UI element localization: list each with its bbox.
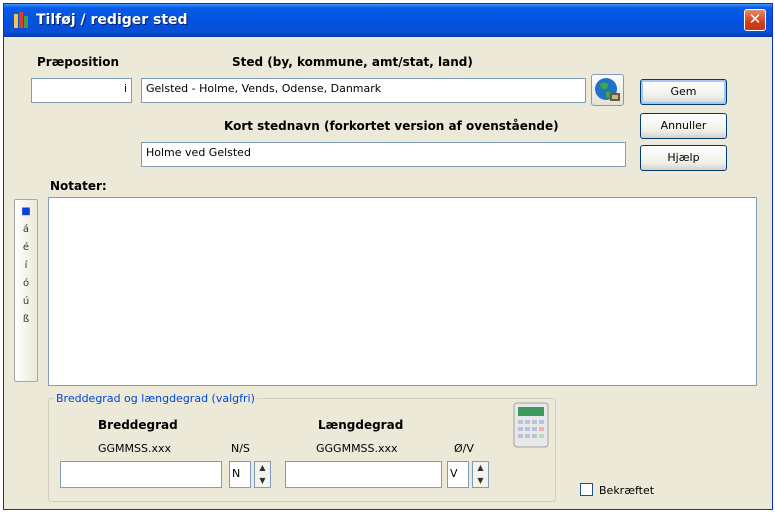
title-bar[interactable]: Tilføj / rediger sted ✕ [4,4,772,37]
globe-icon [595,78,620,101]
short-name-label: Kort stednavn (forkortet version af oven… [224,119,559,133]
ns-label: N/S [231,442,250,455]
notes-label: Notater: [50,179,107,193]
calculator-icon[interactable] [513,402,549,448]
spin-up-icon[interactable]: ▲ [255,462,270,474]
longitude-format: GGGMMSS.xxx [316,442,398,455]
special-char-button[interactable]: á [15,224,37,235]
confirmed-checkbox[interactable] [580,483,593,496]
help-button[interactable]: Hjælp [640,145,727,171]
ns-spinner[interactable]: ▲ ▼ [254,461,271,488]
spin-down-icon[interactable]: ▼ [255,475,270,487]
close-button[interactable]: ✕ [744,9,766,31]
latitude-format: GGMMSS.xxx [98,442,172,455]
confirmed-label: Bekræftet [599,484,655,497]
special-char-button[interactable]: é [15,242,37,253]
latitude-field[interactable] [60,461,222,488]
longitude-field[interactable] [285,461,442,488]
notes-textarea[interactable] [48,197,757,386]
place-icon [14,12,28,28]
ew-spinner[interactable]: ▲ ▼ [472,461,489,488]
preposition-field[interactable]: i [31,78,132,103]
special-char-button[interactable]: ú [15,296,37,307]
longitude-label: Længdegrad [318,418,404,432]
place-field[interactable]: Gelsted - Holme, Vends, Odense, Danmark [141,78,586,103]
special-chars-toolbar[interactable]: ■ á é í ó ú ß [14,199,38,382]
spin-down-icon[interactable]: ▼ [473,475,488,487]
cancel-button[interactable]: Annuller [640,113,727,139]
ew-label: Ø/V [454,442,474,455]
ns-select[interactable]: N [229,461,251,488]
latitude-label: Breddegrad [98,418,178,432]
place-label: Sted (by, kommune, amt/stat, land) [232,55,473,69]
preposition-label: Præposition [37,55,120,69]
window-title: Tilføj / rediger sted [36,12,188,28]
sidebar-square-icon[interactable]: ■ [15,206,37,217]
short-name-field[interactable]: Holme ved Gelsted [141,142,626,167]
save-button[interactable]: Gem [640,79,727,105]
spin-up-icon[interactable]: ▲ [473,462,488,474]
globe-button[interactable] [591,74,624,106]
ew-select[interactable]: V [447,461,469,488]
special-char-button[interactable]: ß [15,314,37,325]
coordinates-group-title: Breddegrad og længdegrad (valgfri) [54,392,257,405]
special-char-button[interactable]: í [15,260,37,271]
special-char-button[interactable]: ó [15,278,37,289]
